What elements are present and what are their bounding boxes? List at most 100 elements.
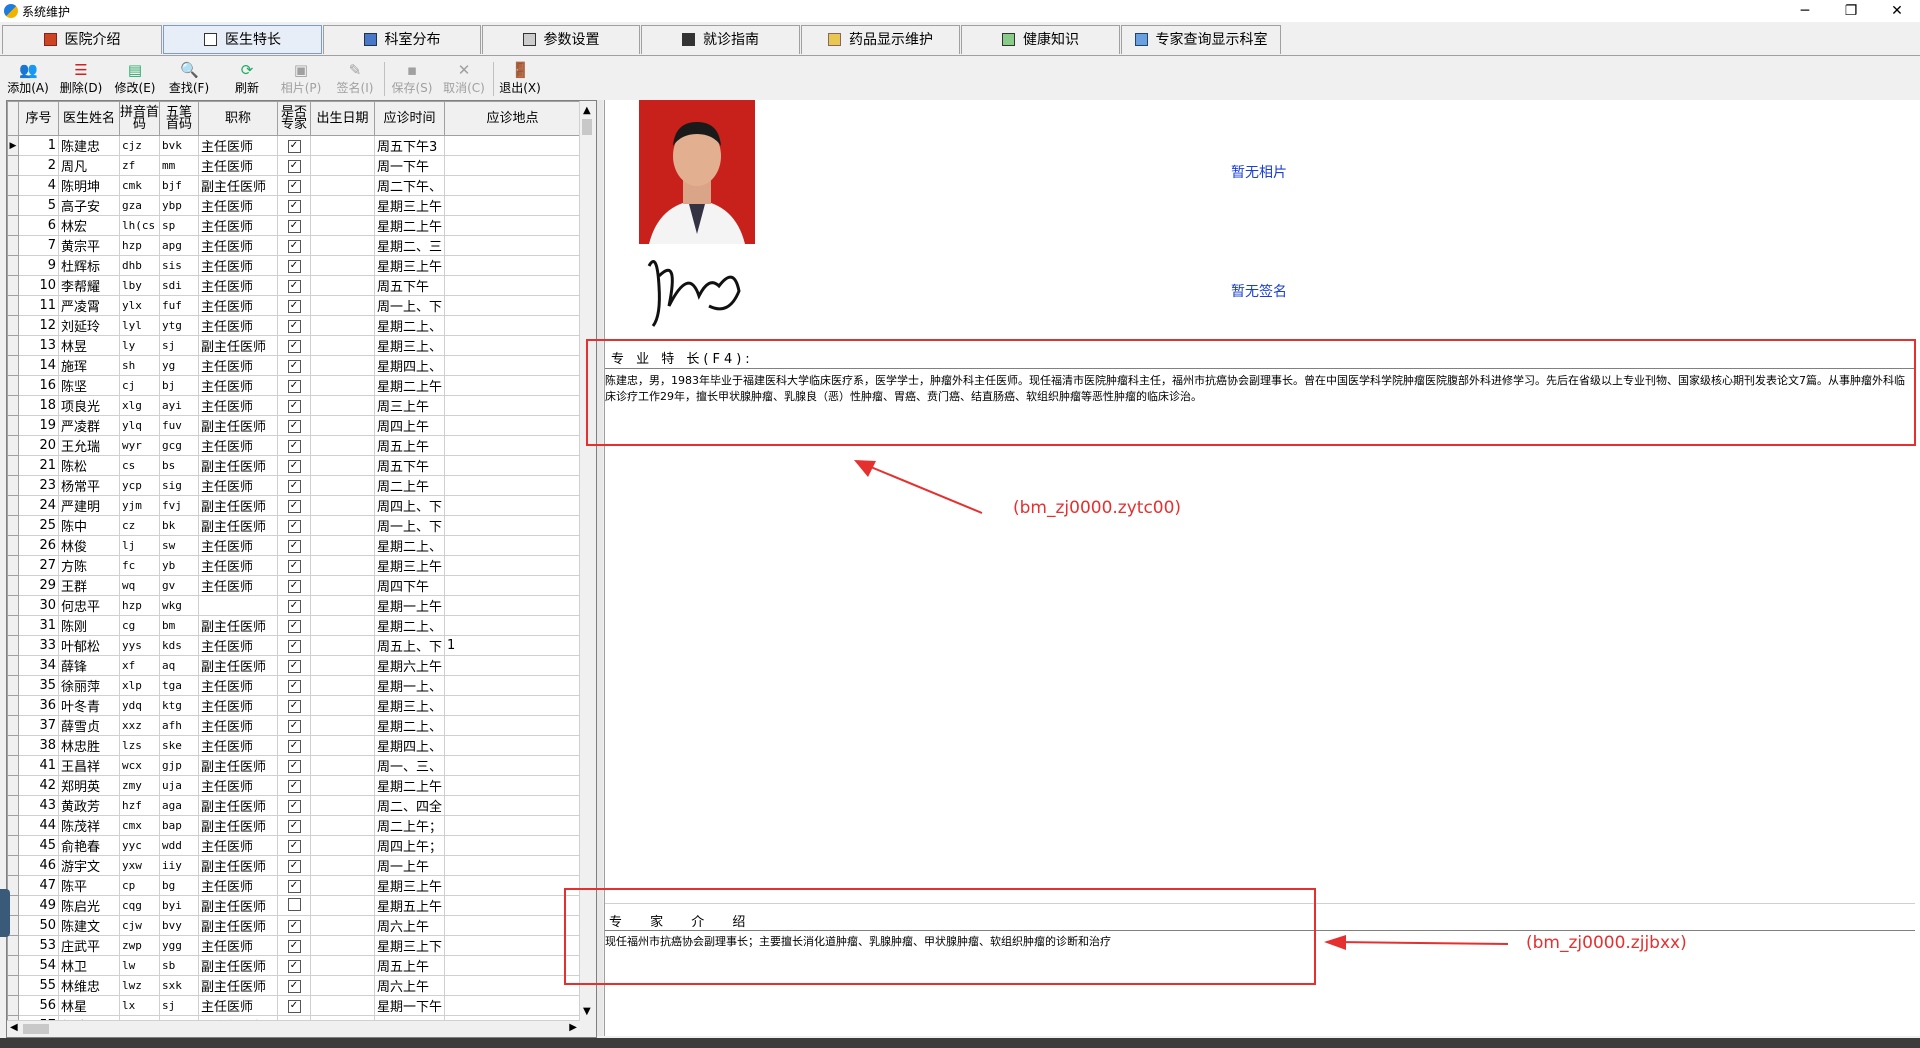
seq-cell[interactable]: 54 [18, 955, 59, 976]
visit-place-cell[interactable] [444, 615, 582, 636]
name-cell[interactable]: 高子安 [58, 195, 120, 216]
expert-cell[interactable]: ✓ [277, 955, 311, 976]
wubi-cell[interactable]: sj [159, 995, 199, 1016]
title-cell[interactable]: 主任医师 [198, 555, 278, 576]
visit-time-cell[interactable]: 周一上午 [373, 855, 446, 876]
birthdate-cell[interactable] [310, 475, 375, 496]
row-indicator[interactable] [7, 455, 19, 476]
seq-cell[interactable]: 9 [18, 255, 59, 276]
tab-department-layout[interactable]: 科室分布 [323, 25, 481, 54]
table-row[interactable]: 55 林维忠 lwz sxk 副主任医师 ✓ 周六上午 [7, 975, 582, 996]
table-row[interactable]: 46 游宇文 yxw iiy 副主任医师 ✓ 周一上午 [7, 855, 582, 876]
table-row[interactable]: 35 徐丽萍 xlp tga 主任医师 ✓ 星期一上、 [7, 675, 582, 696]
expert-checkbox[interactable]: ✓ [287, 300, 301, 313]
refresh-button[interactable]: ⟳ 刷新 [230, 60, 264, 98]
row-indicator[interactable] [7, 995, 19, 1016]
visit-time-cell[interactable]: 星期三上午 [373, 195, 446, 216]
visit-place-cell[interactable] [444, 335, 582, 356]
seq-cell[interactable]: 42 [18, 775, 59, 796]
pinyin-cell[interactable]: lyl [119, 315, 160, 336]
col-header-wubi[interactable]: 五笔首码 [159, 101, 199, 136]
expert-cell[interactable]: ✓ [277, 855, 311, 876]
expert-cell[interactable]: ✓ [277, 675, 311, 696]
birthdate-cell[interactable] [310, 935, 375, 956]
birthdate-cell[interactable] [310, 415, 375, 436]
row-indicator[interactable] [7, 495, 19, 516]
seq-cell[interactable]: 25 [18, 515, 59, 536]
title-cell[interactable]: 主任医师 [198, 695, 278, 716]
visit-place-cell[interactable] [444, 215, 582, 236]
birthdate-cell[interactable] [310, 175, 375, 196]
name-cell[interactable]: 叶冬青 [58, 695, 120, 716]
expert-checkbox[interactable]: ✓ [287, 720, 301, 733]
row-indicator[interactable] [7, 375, 19, 396]
name-cell[interactable]: 陈启光 [58, 895, 120, 916]
pinyin-cell[interactable]: ylq [119, 415, 160, 436]
visit-time-cell[interactable]: 周六上午 [373, 915, 446, 936]
title-cell[interactable]: 主任医师 [198, 195, 278, 216]
wubi-cell[interactable]: sw [159, 535, 199, 556]
seq-cell[interactable]: 44 [18, 815, 59, 836]
table-row[interactable]: 9 杜辉标 dhb sis 主任医师 ✓ 星期三上午 [7, 255, 582, 276]
seq-cell[interactable]: 13 [18, 335, 59, 356]
name-cell[interactable]: 林俊 [58, 535, 120, 556]
maximize-button[interactable]: ❐ [1828, 0, 1874, 22]
expert-cell[interactable]: ✓ [277, 435, 311, 456]
tab-visit-guide[interactable]: 就诊指南 [641, 25, 800, 54]
visit-place-cell[interactable] [444, 515, 582, 536]
birthdate-cell[interactable] [310, 435, 375, 456]
expert-cell[interactable] [277, 895, 311, 916]
expert-checkbox[interactable]: ✓ [287, 880, 301, 893]
row-indicator[interactable] [7, 335, 19, 356]
expert-cell[interactable]: ✓ [277, 235, 311, 256]
expert-cell[interactable]: ✓ [277, 215, 311, 236]
seq-cell[interactable]: 2 [18, 155, 59, 176]
birthdate-cell[interactable] [310, 315, 375, 336]
pinyin-cell[interactable]: zf [119, 155, 160, 176]
expert-checkbox[interactable]: ✓ [287, 700, 301, 713]
pinyin-cell[interactable]: sh [119, 355, 160, 376]
name-cell[interactable]: 李帮耀 [58, 275, 120, 296]
row-indicator[interactable] [7, 975, 19, 996]
row-indicator[interactable] [7, 575, 19, 596]
seq-cell[interactable]: 10 [18, 275, 59, 296]
scroll-thumb[interactable] [582, 119, 592, 135]
tab-doctor-specialty[interactable]: 医生特长 [163, 25, 322, 54]
visit-time-cell[interactable]: 星期三上午 [373, 555, 446, 576]
visit-time-cell[interactable]: 星期二上午 [373, 215, 446, 236]
seq-cell[interactable]: 4 [18, 175, 59, 196]
wubi-cell[interactable]: bj [159, 375, 199, 396]
visit-place-cell[interactable] [444, 175, 582, 196]
expert-checkbox[interactable]: ✓ [287, 640, 301, 653]
table-row[interactable]: 44 陈茂祥 cmx bap 副主任医师 ✓ 周二上午； [7, 815, 582, 836]
wubi-cell[interactable]: sj [159, 335, 199, 356]
wubi-cell[interactable]: tga [159, 675, 199, 696]
row-indicator[interactable] [7, 475, 19, 496]
visit-place-cell[interactable] [444, 475, 582, 496]
pinyin-cell[interactable]: cmx [119, 815, 160, 836]
expert-checkbox[interactable]: ✓ [287, 580, 301, 593]
row-indicator[interactable] [7, 655, 19, 676]
table-row[interactable]: 29 王群 wq gv 主任医师 ✓ 周四下午 [7, 575, 582, 596]
pinyin-cell[interactable]: xlp [119, 675, 160, 696]
expert-cell[interactable]: ✓ [277, 755, 311, 776]
visit-time-cell[interactable]: 星期一上、 [373, 675, 446, 696]
row-indicator[interactable] [7, 775, 19, 796]
title-cell[interactable]: 副主任医师 [198, 515, 278, 536]
expert-checkbox[interactable]: ✓ [287, 820, 301, 833]
birthdate-cell[interactable] [310, 255, 375, 276]
name-cell[interactable]: 施珲 [58, 355, 120, 376]
name-cell[interactable]: 游宇文 [58, 855, 120, 876]
wubi-cell[interactable]: afh [159, 715, 199, 736]
wubi-cell[interactable]: ayi [159, 395, 199, 416]
expert-cell[interactable]: ✓ [277, 335, 311, 356]
seq-cell[interactable]: 23 [18, 475, 59, 496]
wubi-cell[interactable]: mm [159, 155, 199, 176]
expert-checkbox[interactable]: ✓ [287, 400, 301, 413]
expert-cell[interactable]: ✓ [277, 555, 311, 576]
table-row[interactable]: 43 黄政芳 hzf aga 副主任医师 ✓ 周二、四全 [7, 795, 582, 816]
col-header-visit-place[interactable]: 应诊地点 [444, 101, 582, 136]
visit-time-cell[interactable]: 星期二上、 [373, 535, 446, 556]
expert-checkbox[interactable]: ✓ [287, 480, 301, 493]
birthdate-cell[interactable] [310, 555, 375, 576]
